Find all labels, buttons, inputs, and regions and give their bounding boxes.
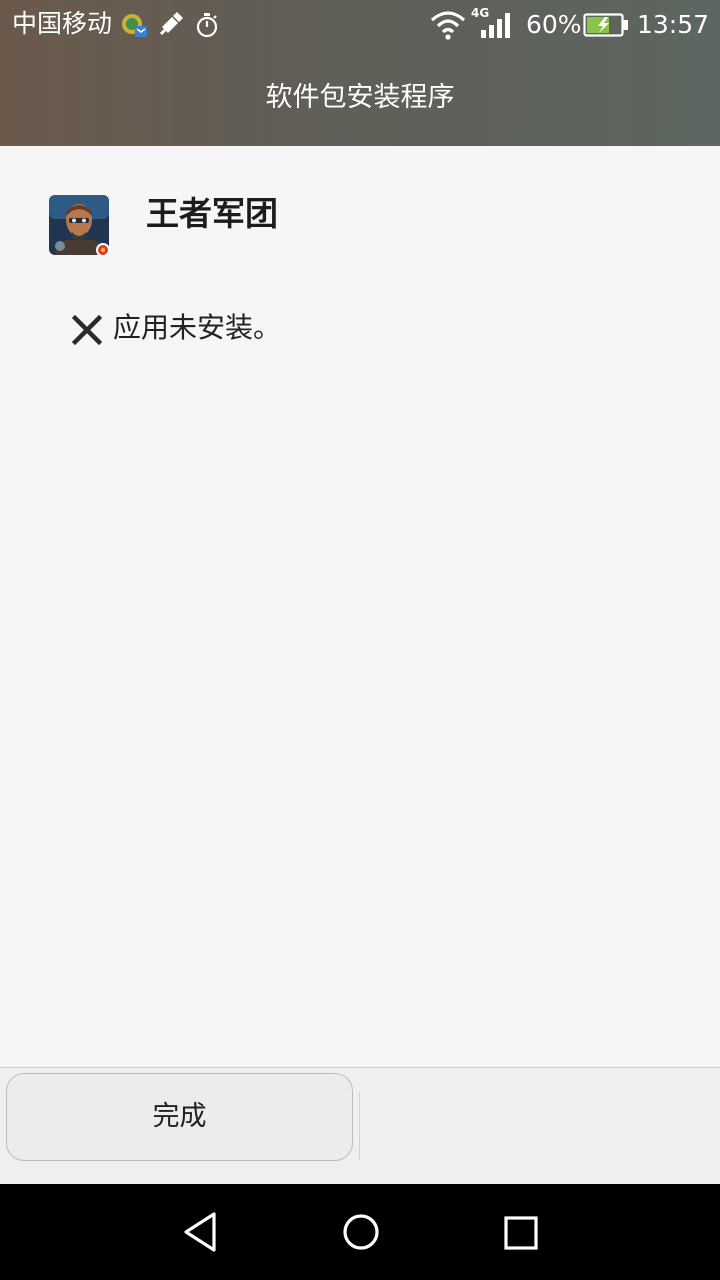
close-x-icon — [72, 315, 102, 345]
action-divider — [359, 1092, 360, 1160]
battery-charging-icon — [583, 13, 628, 37]
battery-percent: 60% — [526, 10, 582, 39]
stopwatch-icon — [196, 13, 218, 38]
page-title: 软件包安装程序 — [265, 82, 455, 113]
action-bar: 完成 — [0, 1067, 720, 1184]
top-header: 中国移动 4G 60% 13:57 软件包安装程序 — [0, 0, 720, 146]
cellular-signal-icon — [481, 13, 510, 38]
home-icon[interactable] — [340, 1211, 382, 1253]
status-bar: 中国移动 4G 60% 13:57 — [0, 0, 720, 50]
app-name: 王者军团 — [146, 194, 278, 233]
wifi-icon — [430, 11, 466, 40]
install-status-message: 应用未安装。 — [113, 311, 282, 344]
back-icon[interactable] — [180, 1210, 222, 1254]
title-bar: 软件包安装程序 — [0, 50, 720, 146]
notification-app-icon — [122, 14, 147, 37]
navigation-bar — [0, 1184, 720, 1280]
clock: 13:57 — [637, 10, 710, 39]
done-button[interactable]: 完成 — [6, 1073, 353, 1161]
game-app-icon — [49, 195, 110, 257]
carrier-name: 中国移动 — [12, 9, 113, 38]
usb-debug-icon — [159, 12, 183, 36]
recents-icon[interactable] — [502, 1214, 540, 1252]
